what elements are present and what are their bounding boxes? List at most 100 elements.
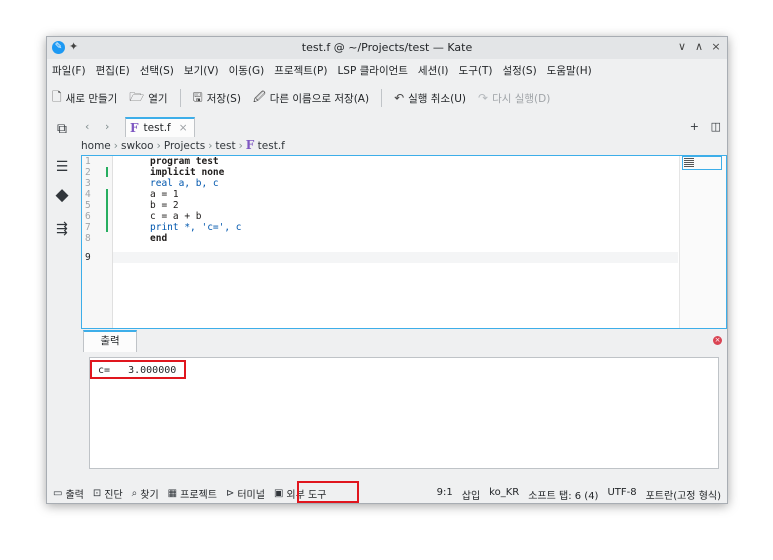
tab-label: test.f (143, 122, 171, 134)
left-sidebar: ⧉ ☰ ◆ ⇶ (47, 115, 77, 473)
code-line: real a, b, c (150, 178, 219, 189)
new-document-icon: 🗋 (52, 89, 62, 104)
breadcrumb-item[interactable]: test.f (258, 140, 285, 152)
line-number: 5 (85, 200, 91, 211)
modified-line-marker (106, 167, 108, 177)
external-tools-icon: ▣ (273, 487, 284, 499)
documents-icon[interactable]: ⧉ (54, 121, 70, 137)
code-line: c = a + b (150, 211, 202, 222)
status-bar: ▭ 출력 ⊡ 진단 ⌕ 찾기 ▦ 프로젝트 ⊳ 터미널 ▣ 외부 도구 9:1 삽입 ko_… (47, 483, 727, 503)
menu-sessions[interactable]: 세션(I) (418, 63, 449, 78)
maximize-button[interactable]: ∧ (692, 40, 706, 53)
tab-forward-icon[interactable]: › (105, 120, 109, 133)
breadcrumb-sep-icon: › (208, 140, 213, 152)
open-button[interactable]: 🗁 열기 (129, 88, 167, 109)
git-icon[interactable]: ◆ (54, 187, 70, 204)
panel-close-icon[interactable]: × (713, 336, 722, 345)
fortran-file-icon: F (130, 121, 139, 135)
new-label: 새로 만들기 (65, 92, 118, 105)
current-line-highlight (113, 252, 678, 263)
code-editor[interactable]: 1 2 3 4 5 6 7 8 9 program test implicit … (81, 155, 727, 329)
menu-select[interactable]: 선택(S) (140, 63, 174, 78)
line-number: 9 (85, 252, 91, 263)
tab-output[interactable]: 출력 (83, 330, 137, 352)
fortran-file-icon: F (245, 138, 255, 152)
status-diagnostics-button[interactable]: ⊡ 진단 (93, 486, 123, 501)
minimap-code-preview (684, 158, 694, 167)
status-label: 출력 (65, 489, 84, 501)
outline-icon[interactable]: ☰ (54, 159, 70, 175)
new-button[interactable]: 🗋 새로 만들기 (52, 88, 117, 109)
line-number: 6 (85, 211, 91, 222)
line-number: 4 (85, 189, 91, 200)
undo-icon: ↶ (394, 91, 405, 105)
redo-label: 다시 실행(D) (492, 92, 551, 105)
status-search-button[interactable]: ⌕ 찾기 (132, 486, 159, 501)
line-number-gutter: 1 2 3 4 5 6 7 8 9 (82, 156, 113, 328)
breadcrumb-item[interactable]: test (215, 140, 235, 152)
input-mode[interactable]: 삽입 (462, 487, 480, 502)
menu-help[interactable]: 도움말(H) (547, 63, 592, 78)
split-view-icon[interactable]: ◫ (711, 120, 721, 133)
toolbar-separator (179, 89, 181, 107)
menu-view[interactable]: 보기(V) (184, 63, 219, 78)
code-line: a = 1 (150, 189, 179, 200)
line-number: 1 (85, 156, 91, 167)
minimap[interactable] (679, 156, 726, 328)
menu-project[interactable]: 프로젝트(P) (274, 63, 327, 78)
toolbar-separator (381, 89, 383, 107)
output-icon: ▭ (53, 487, 63, 499)
breadcrumb-item[interactable]: swkoo (121, 140, 154, 152)
dictionary-language[interactable]: ko_KR (489, 487, 519, 502)
close-button[interactable]: × (709, 40, 723, 53)
redo-button[interactable]: ↷ 다시 실행(D) (478, 91, 550, 106)
status-project-button[interactable]: ▦ 프로젝트 (168, 486, 217, 501)
save-button[interactable]: 🖫 저장(S) (193, 88, 241, 109)
menu-settings[interactable]: 설정(S) (502, 63, 536, 78)
tab-close-icon[interactable]: × (179, 122, 188, 134)
project-icon: ▦ (167, 487, 178, 499)
redo-icon: ↷ (478, 91, 489, 105)
cursor-position[interactable]: 9:1 (437, 487, 453, 502)
tab-test-f[interactable]: F test.f × (125, 117, 195, 137)
code-line: implicit none (150, 167, 225, 178)
menu-bar: 파일(F) 편집(E) 선택(S) 보기(V) 이동(G) 프로젝트(P) LS… (47, 60, 732, 80)
line-number: 8 (85, 233, 91, 244)
breadcrumb-sep-icon: › (113, 140, 118, 152)
menu-go[interactable]: 이동(G) (229, 63, 265, 78)
diagnostics-icon: ⊡ (92, 487, 102, 499)
save-icon: 🖫 (192, 89, 203, 104)
menu-tools[interactable]: 도구(T) (459, 63, 493, 78)
new-tab-icon[interactable]: + (690, 120, 699, 133)
projects-icon[interactable]: ⇶ (54, 221, 70, 237)
status-terminal-button[interactable]: ⊳ 터미널 (226, 486, 265, 501)
line-number: 7 (85, 222, 91, 233)
menu-file[interactable]: 파일(F) (52, 63, 86, 78)
save-label: 저장(S) (206, 92, 241, 105)
terminal-icon: ⊳ (225, 487, 235, 499)
status-right-group: 9:1 삽입 ko_KR 소프트 탭: 6 (4) UTF-8 포트란(고정 형… (428, 487, 721, 502)
file-type[interactable]: 포트란(고정 형식) (646, 487, 721, 502)
save-as-button[interactable]: 🖉 다른 이름으로 저장(A) (253, 88, 369, 109)
encoding[interactable]: UTF-8 (607, 487, 636, 502)
menu-lsp-client[interactable]: LSP 클라이언트 (337, 63, 407, 78)
line-number: 2 (85, 167, 91, 178)
breadcrumb-item[interactable]: Projects (164, 140, 205, 152)
undo-button[interactable]: ↶ 실행 취소(U) (394, 91, 466, 106)
external-tools-highlight-box (297, 481, 359, 503)
search-icon: ⌕ (131, 487, 138, 499)
open-label: 열기 (148, 92, 168, 105)
status-label: 프로젝트 (180, 489, 217, 501)
window-title: test.f @ ~/Projects/test — Kate (301, 41, 473, 54)
menu-edit[interactable]: 편집(E) (96, 63, 130, 78)
status-output-button[interactable]: ▭ 출력 (53, 486, 84, 501)
breadcrumb-item[interactable]: home (81, 140, 111, 152)
save-as-label: 다른 이름으로 저장(A) (269, 92, 370, 105)
tab-back-icon[interactable]: ‹ (85, 120, 89, 133)
indentation-setting[interactable]: 소프트 탭: 6 (4) (528, 487, 598, 502)
status-label: 찾기 (140, 489, 159, 501)
code-line: print *, 'c=', c (150, 222, 242, 233)
code-line: b = 2 (150, 200, 179, 211)
breadcrumb-sep-icon: › (238, 140, 243, 152)
minimize-button[interactable]: ∨ (675, 40, 689, 53)
